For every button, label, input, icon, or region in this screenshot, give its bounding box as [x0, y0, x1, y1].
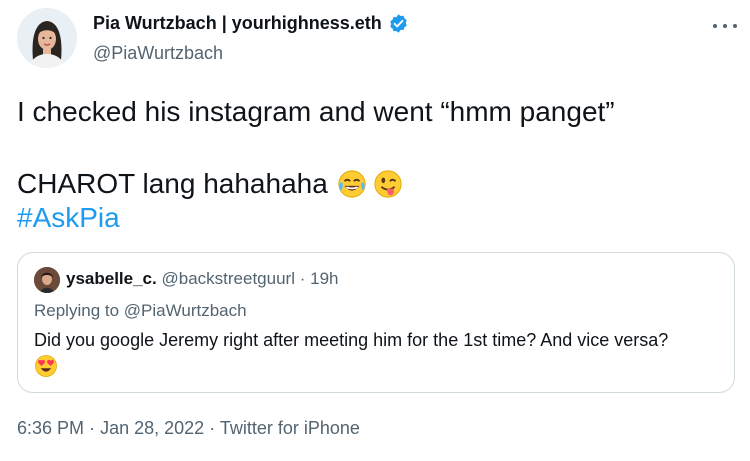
- quoted-replying-to: Replying to @PiaWurtzbach: [34, 301, 247, 321]
- hashtag-link[interactable]: #AskPia: [17, 201, 120, 235]
- tweet-card: Pia Wurtzbach | yourhighness.eth @PiaWur…: [0, 0, 750, 461]
- verified-badge-icon: [388, 13, 409, 34]
- tweet-text-line-2: CHAROT lang hahahaha: [17, 167, 403, 201]
- quoted-author-name: ysabelle_c.: [66, 269, 157, 288]
- tweet-timestamp[interactable]: 6:36 PM · Jan 28, 2022 · Twitter for iPh…: [17, 418, 360, 439]
- quoted-author-handle: @backstreetguurl: [161, 269, 295, 288]
- smiling-face-with-heart-eyes-emoji: [34, 354, 58, 378]
- quoted-meta-separator: ·: [299, 269, 306, 288]
- timestamp-separator-1: ·: [89, 418, 96, 438]
- quoted-tweet-card[interactable]: ysabelle_c. @backstreetguurl · 19h Reply…: [17, 252, 735, 393]
- replying-to-mention: @PiaWurtzbach: [123, 301, 247, 320]
- tweet-text-line-1: I checked his instagram and went “hmm pa…: [17, 96, 615, 127]
- timestamp-separator-2: ·: [209, 418, 216, 438]
- author-display-name[interactable]: Pia Wurtzbach | yourhighness.eth: [93, 13, 409, 34]
- quoted-author-avatar: [34, 267, 60, 293]
- tweet-text-line-2-text: CHAROT lang hahahaha: [17, 168, 328, 199]
- quoted-tweet-header: ysabelle_c. @backstreetguurl · 19h: [66, 269, 339, 289]
- face-with-tears-of-joy-emoji: [337, 169, 367, 199]
- author-handle[interactable]: @PiaWurtzbach: [93, 43, 223, 64]
- more-options-icon[interactable]: [713, 16, 737, 36]
- timestamp-date[interactable]: Jan 28, 2022: [100, 418, 204, 438]
- tweet-source[interactable]: Twitter for iPhone: [220, 418, 360, 438]
- winking-face-with-tongue-emoji: [373, 169, 403, 199]
- timestamp-time[interactable]: 6:36 PM: [17, 418, 84, 438]
- quoted-tweet-time: 19h: [310, 269, 339, 288]
- author-name-text[interactable]: Pia Wurtzbach | yourhighness.eth: [93, 13, 382, 34]
- author-avatar[interactable]: [17, 8, 77, 68]
- replying-to-prefix: Replying to: [34, 301, 120, 320]
- quoted-tweet-text: Did you google Jeremy right after meetin…: [34, 330, 669, 350]
